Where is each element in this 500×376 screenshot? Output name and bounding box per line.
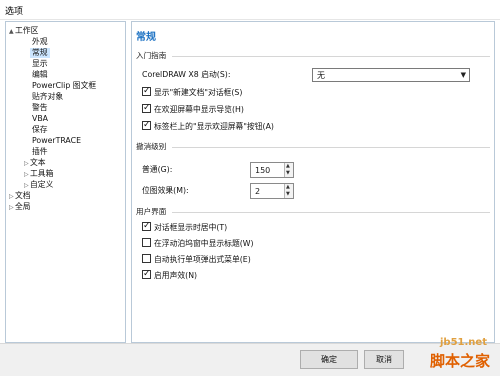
checkmark-icon: ✓ [143, 86, 151, 96]
tree-item-powertrace[interactable]: PowerTRACE [32, 136, 81, 146]
arrow-up-icon[interactable]: ▲ [286, 184, 290, 190]
undo-bitmap-label: 位图效果(M): [142, 186, 189, 195]
startup-select[interactable]: 无 ▼ [312, 68, 470, 82]
watermark-url: jb51.net [440, 337, 487, 348]
checkbox-box[interactable]: ✓ [142, 86, 151, 96]
checkbox-auto-popup-menu[interactable]: 自动执行单项弹出式菜单(E) [142, 254, 251, 266]
tree-node-workspace[interactable]: ▲工作区 [9, 26, 38, 36]
tree-node-text[interactable]: ▷文本 [24, 158, 46, 168]
checkmark-icon: ✓ [143, 269, 151, 279]
checkbox-welcome-button[interactable]: ✓ 标签栏上的"显示欢迎屏幕"按钮(A) [142, 120, 274, 133]
startup-label: CorelDRAW X8 启动(S): [142, 70, 231, 79]
startup-select-value: 无 [317, 71, 325, 80]
checkbox-center-dialogs[interactable]: ✓ 对话框显示时居中(T) [142, 221, 227, 234]
arrow-down-icon[interactable]: ▼ [286, 170, 290, 176]
checkbox-box[interactable] [142, 238, 151, 247]
page-title: 常规 [136, 32, 156, 43]
undo-bitmap-value: 2 [255, 187, 261, 196]
options-tree[interactable]: ▲工作区 外观 常规 显示 编辑 PowerClip 图文框 贴齐对象 警告 V… [5, 21, 126, 343]
tree-item-powerclip[interactable]: PowerClip 图文框 [32, 81, 96, 91]
checkmark-icon: ✓ [143, 221, 151, 231]
watermark-logo: 脚本之家 [430, 352, 491, 370]
tree-node-customize[interactable]: ▷自定义 [24, 180, 53, 190]
tree-node-document[interactable]: ▷文档 [9, 191, 31, 201]
tree-item-plugins[interactable]: 插件 [32, 147, 48, 157]
checkbox-box[interactable]: ✓ [142, 103, 151, 113]
tree-node-global[interactable]: ▷全局 [9, 202, 31, 212]
checkbox-box[interactable] [142, 254, 151, 263]
settings-panel: 常规 入门指南 CorelDRAW X8 启动(S): 无 ▼ ✓ 显示"新建文档… [131, 21, 495, 343]
section-heading-undo: 撤消级别 [136, 142, 167, 151]
chevron-down-icon: ▼ [460, 71, 466, 79]
section-heading-intro: 入门指南 [136, 51, 167, 60]
tree-item-save[interactable]: 保存 [32, 125, 48, 135]
undo-normal-value: 150 [255, 166, 271, 175]
section-heading-ui: 用户界面 [136, 207, 167, 216]
stepper-buttons[interactable]: ▲ ▼ [284, 163, 293, 177]
divider [172, 147, 490, 148]
checkbox-show-new-doc-dialog[interactable]: ✓ 显示"新建文档"对话框(S) [142, 86, 242, 99]
checkbox-box[interactable]: ✓ [142, 120, 151, 130]
window-title: 选项 [5, 7, 24, 17]
checkbox-show-tour[interactable]: ✓ 在欢迎屏幕中显示导览(H) [142, 103, 244, 116]
divider [172, 212, 490, 213]
checkbox-box[interactable]: ✓ [142, 221, 151, 231]
ok-button[interactable]: 确定 [300, 350, 358, 369]
title-bar: 选项 [0, 0, 500, 20]
tree-item-snap[interactable]: 贴齐对象 [32, 92, 63, 102]
checkmark-icon: ✓ [143, 120, 151, 130]
checkbox-box[interactable]: ✓ [142, 269, 151, 279]
tree-item-vba[interactable]: VBA [32, 114, 48, 124]
arrow-down-icon[interactable]: ▼ [286, 191, 290, 197]
undo-normal-stepper[interactable]: 150 ▲ ▼ [250, 162, 294, 178]
tree-item-appearance[interactable]: 外观 [32, 37, 48, 47]
checkmark-icon: ✓ [143, 103, 151, 113]
dialog-footer: 确定 取消 [0, 343, 500, 376]
checkbox-enable-sounds[interactable]: ✓ 启用声效(N) [142, 269, 197, 282]
undo-normal-label: 普通(G): [142, 165, 173, 174]
tree-item-edit[interactable]: 编辑 [32, 70, 48, 80]
tree-item-warnings[interactable]: 警告 [32, 103, 48, 113]
stepper-buttons[interactable]: ▲ ▼ [284, 184, 293, 198]
checkbox-floating-docker-title[interactable]: 在浮动泊坞窗中显示标题(W) [142, 238, 254, 250]
undo-bitmap-stepper[interactable]: 2 ▲ ▼ [250, 183, 294, 199]
tree-node-toolbox[interactable]: ▷工具箱 [24, 169, 53, 179]
tree-item-display[interactable]: 显示 [32, 59, 48, 69]
tree-item-general[interactable]: 常规 [30, 48, 50, 58]
arrow-up-icon[interactable]: ▲ [286, 163, 290, 169]
cancel-button[interactable]: 取消 [364, 350, 404, 369]
divider [172, 56, 490, 57]
